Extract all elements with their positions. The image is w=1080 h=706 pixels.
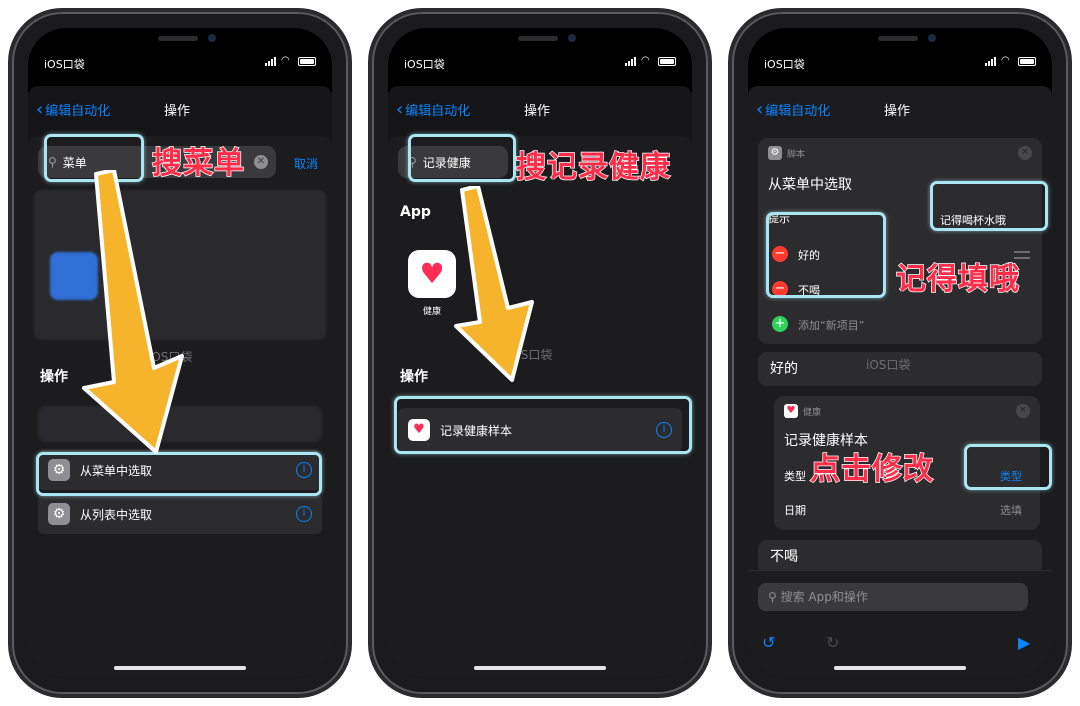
- home-indicator: [474, 666, 606, 670]
- remove-action-icon[interactable]: ✕: [1018, 146, 1032, 160]
- highlight-menu-items: [766, 212, 886, 298]
- back-label: 编辑自动化: [405, 104, 471, 119]
- date-label: 日期: [784, 504, 806, 517]
- nav-title: 操作: [164, 104, 191, 119]
- play-icon[interactable]: ▶: [1018, 633, 1030, 652]
- chevron-left-icon: ‹: [36, 98, 44, 120]
- wifi-icon: ◠: [281, 55, 290, 66]
- section-actions: 操作: [400, 369, 428, 385]
- gear-icon: ⚙: [48, 503, 70, 525]
- status-bar: iOS口袋 ◠: [28, 54, 332, 74]
- highlight-prompt-value: [930, 181, 1048, 231]
- card-header-label: 健康: [803, 407, 822, 418]
- battery-icon: [1018, 56, 1036, 66]
- date-value[interactable]: 选填: [1000, 502, 1022, 518]
- action-row-label: 从列表中选取: [80, 507, 153, 522]
- battery-icon: [298, 56, 316, 66]
- nav-bar: ‹ 编辑自动化 操作: [388, 86, 692, 130]
- gear-icon: ⚙: [768, 146, 782, 160]
- wifi-icon: ◠: [1001, 55, 1010, 66]
- signal-icon: [625, 56, 636, 66]
- highlight-search-field-2: [408, 134, 516, 182]
- back-label: 编辑自动化: [765, 104, 831, 119]
- card-header: ⚙ 脚本: [768, 146, 805, 160]
- back-button[interactable]: ‹ 编辑自动化: [36, 100, 110, 119]
- tutorial-canvas: iOS口袋 ◠ ‹ 编辑自动化 操作 ⚲ 菜单 ✕ 取消 iOS口袋 操作 ⚙ …: [0, 0, 1080, 706]
- status-carrier: iOS口袋: [764, 58, 805, 71]
- undo-icon[interactable]: ↺: [762, 633, 775, 652]
- clear-search-icon[interactable]: ✕: [254, 155, 268, 169]
- remove-action-icon[interactable]: ✕: [1016, 404, 1030, 418]
- section-actions: 操作: [40, 369, 68, 385]
- nav-title: 操作: [524, 104, 551, 119]
- menu-branch-label: 不喝: [770, 549, 798, 565]
- home-indicator: [114, 666, 246, 670]
- type-label: 类型: [784, 470, 806, 483]
- heart-icon: ♥: [784, 404, 798, 418]
- search-placeholder: 搜索 App和操作: [780, 590, 868, 604]
- app-label: 健康: [423, 307, 442, 317]
- info-icon[interactable]: i: [296, 506, 312, 522]
- search-icon: ⚲: [768, 590, 781, 604]
- signal-icon: [265, 56, 276, 66]
- nav-bar: ‹ 编辑自动化 操作: [28, 86, 332, 130]
- arrow-down-icon: [82, 170, 184, 454]
- action-row-choose-from-list[interactable]: ⚙ 从列表中选取 i: [38, 494, 322, 534]
- annotation-tap-to-edit: 点击修改: [809, 451, 934, 488]
- menu-branch-label: 好的: [770, 361, 798, 377]
- status-bar: iOS口袋 ◠: [388, 54, 692, 74]
- status-carrier: iOS口袋: [404, 58, 445, 71]
- chevron-left-icon: ‹: [756, 98, 764, 120]
- nav-bar: ‹ 编辑自动化 操作: [748, 86, 1052, 130]
- actions-search-input[interactable]: ⚲ 搜索 App和操作: [758, 583, 1028, 611]
- card-title: 从菜单中选取: [768, 177, 852, 193]
- phone-frame-3: iOS口袋 ◠ ‹ 编辑自动化 操作 ⚙ 脚本 ✕ 从菜单中选取 提示 记得喝杯水哦…: [732, 12, 1068, 694]
- status-bar: iOS口袋 ◠: [748, 54, 1052, 74]
- bottom-toolbar: ⚲ 搜索 App和操作 ↺ ↻ ▶: [748, 570, 1052, 678]
- card-header: ♥ 健康: [784, 404, 821, 418]
- phone-screen-3: iOS口袋 ◠ ‹ 编辑自动化 操作 ⚙ 脚本 ✕ 从菜单中选取 提示 记得喝杯水哦…: [748, 28, 1052, 678]
- annotation-remember-fill: 记得填哦: [895, 261, 1020, 298]
- add-item-icon[interactable]: +: [772, 316, 788, 332]
- menu-branch-no: 不喝: [758, 540, 1042, 574]
- wifi-icon: ◠: [641, 55, 650, 66]
- add-item-label[interactable]: 添加“新项目”: [798, 317, 864, 333]
- redo-icon[interactable]: ↻: [826, 633, 839, 652]
- highlight-health-row: [394, 396, 692, 454]
- notch: [103, 28, 257, 54]
- signal-icon: [985, 56, 996, 66]
- annotation-search-menu: 搜菜单: [151, 145, 245, 182]
- section-app: App: [400, 204, 431, 220]
- highlight-type-button: [964, 444, 1052, 490]
- battery-icon: [658, 56, 676, 66]
- arrow-down-icon: [454, 186, 534, 382]
- status-carrier: iOS口袋: [44, 58, 85, 71]
- watermark: iOS口袋: [866, 358, 911, 372]
- notch: [463, 28, 617, 54]
- notch: [823, 28, 977, 54]
- annotation-search-health: 搜记录健康: [515, 149, 671, 186]
- cancel-button[interactable]: 取消: [294, 155, 318, 172]
- back-label: 编辑自动化: [45, 104, 111, 119]
- chevron-left-icon: ‹: [396, 98, 404, 120]
- back-button[interactable]: ‹ 编辑自动化: [756, 100, 830, 119]
- nav-title: 操作: [884, 104, 911, 119]
- card-header-label: 脚本: [787, 149, 806, 160]
- back-button[interactable]: ‹ 编辑自动化: [396, 100, 470, 119]
- home-indicator: [834, 666, 966, 670]
